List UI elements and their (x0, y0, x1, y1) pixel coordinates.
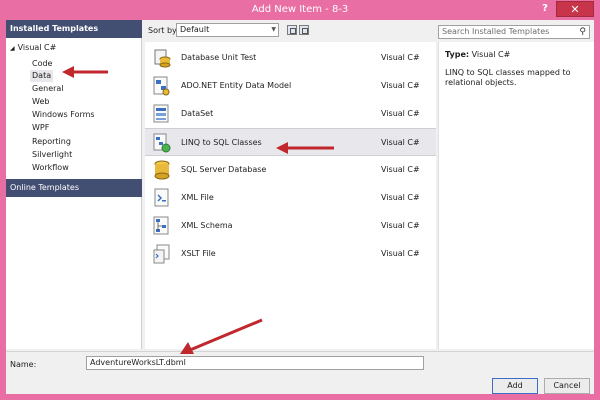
sql-database-icon (154, 160, 170, 180)
chevron-down-icon: ▼ (271, 26, 276, 33)
tree-item-workflow[interactable]: Workflow (32, 162, 69, 174)
online-templates-header[interactable]: Online Templates (6, 179, 142, 197)
database-unit-test-icon (154, 49, 171, 68)
tree-root-visual-csharp[interactable]: ◢ Visual C# (10, 43, 56, 52)
template-type: Type: Visual C# (445, 50, 510, 59)
help-button[interactable]: ? (538, 2, 552, 16)
small-icons-view-icon[interactable] (299, 25, 309, 35)
expand-triangle-icon[interactable]: ◢ (10, 45, 15, 52)
template-row-ado-net-entity-data-model[interactable]: ADO.NET Entity Data Model Visual C# (145, 72, 436, 100)
template-name: Database Unit Test (181, 53, 257, 62)
template-row-dataset[interactable]: DataSet Visual C# (145, 100, 436, 128)
template-language: Visual C# (381, 165, 420, 174)
template-language: Visual C# (381, 193, 420, 202)
template-details-pane: Type: Visual C# LINQ to SQL classes mapp… (438, 42, 594, 349)
sort-by-select[interactable]: Default ▼ (176, 23, 279, 37)
annotation-arrow-data (62, 66, 108, 78)
tree-item-general[interactable]: General (32, 83, 64, 95)
template-description: LINQ to SQL classes mapped to relational… (445, 68, 571, 87)
dialog-window: Add New Item - 8-3 ? ✕ Installed Templat… (0, 0, 600, 400)
close-button[interactable]: ✕ (556, 1, 594, 17)
search-placeholder: Search Installed Templates (442, 27, 550, 36)
xslt-file-icon (153, 244, 170, 264)
entity-data-model-icon (153, 76, 170, 96)
template-list: Database Unit Test Visual C# ADO.NET Ent… (145, 42, 436, 349)
installed-templates-header[interactable]: Installed Templates (6, 20, 142, 38)
template-row-sql-server-database[interactable]: SQL Server Database Visual C# (145, 156, 436, 184)
template-name: SQL Server Database (181, 165, 267, 174)
annotation-arrow-name (180, 318, 263, 354)
template-row-database-unit-test[interactable]: Database Unit Test Visual C# (145, 44, 436, 72)
tree-item-web[interactable]: Web (32, 96, 49, 108)
template-language: Visual C# (381, 138, 420, 147)
sort-bar: Sort by: Default ▼ (145, 20, 436, 40)
type-value: Visual C# (471, 50, 511, 59)
tree-item-data[interactable]: Data (30, 70, 54, 82)
tree-item-wpf[interactable]: WPF (32, 122, 49, 134)
tree-item-silverlight[interactable]: Silverlight (32, 149, 72, 161)
linq-to-sql-icon (153, 133, 171, 153)
tree-root-label: Visual C# (17, 43, 57, 52)
add-button[interactable]: Add (492, 378, 538, 394)
template-name: XSLT File (181, 249, 216, 258)
name-label: Name: (10, 360, 37, 369)
template-language: Visual C# (381, 53, 420, 62)
search-icon[interactable]: ⚲ (579, 26, 586, 38)
dataset-icon (153, 104, 169, 123)
tree-item-windows-forms[interactable]: Windows Forms (32, 109, 95, 121)
template-name: ADO.NET Entity Data Model (181, 81, 292, 90)
template-language: Visual C# (381, 109, 420, 118)
template-language: Visual C# (381, 249, 420, 258)
sort-by-label: Sort by: (148, 26, 179, 35)
tree-item-code[interactable]: Code (32, 58, 52, 70)
type-label: Type: (445, 50, 470, 59)
template-row-xslt-file[interactable]: XSLT File Visual C# (145, 240, 436, 268)
name-input[interactable]: AdventureWorksLT.dbml (86, 356, 424, 370)
xml-schema-icon (153, 216, 169, 235)
template-language: Visual C# (381, 221, 420, 230)
template-name: XML Schema (181, 221, 233, 230)
template-name: DataSet (181, 109, 214, 118)
sort-by-value: Default (180, 25, 210, 34)
cancel-button[interactable]: Cancel (544, 378, 590, 394)
template-row-xml-schema[interactable]: XML Schema Visual C# (145, 212, 436, 240)
search-input[interactable]: Search Installed Templates ⚲ (438, 25, 590, 39)
xml-file-icon (154, 188, 169, 207)
template-row-xml-file[interactable]: XML File Visual C# (145, 184, 436, 212)
template-language: Visual C# (381, 81, 420, 90)
bottom-bar: Name: AdventureWorksLT.dbml Add Cancel (6, 351, 594, 394)
title-bar: Add New Item - 8-3 ? ✕ (0, 0, 600, 20)
annotation-arrow-linq (276, 142, 334, 154)
medium-icons-view-icon[interactable] (287, 25, 297, 35)
tree-item-reporting[interactable]: Reporting (32, 136, 71, 148)
template-name: LINQ to SQL Classes (181, 138, 262, 147)
window-title: Add New Item - 8-3 (251, 4, 349, 15)
template-name: XML File (181, 193, 214, 202)
